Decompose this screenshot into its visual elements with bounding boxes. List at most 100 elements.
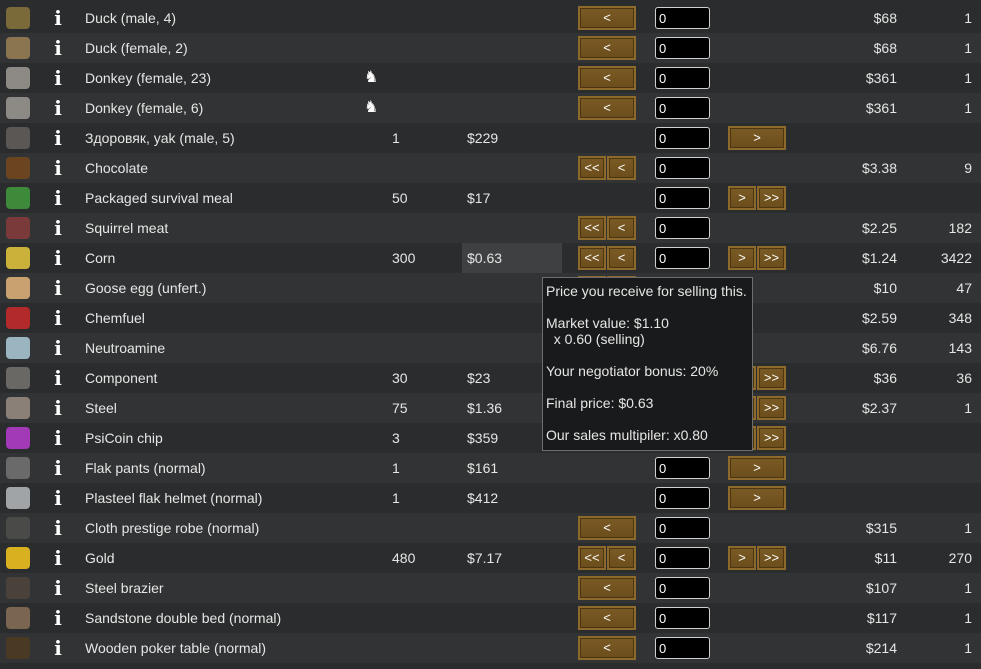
buy-price[interactable]: $36 bbox=[874, 363, 897, 393]
buy-button[interactable]: < bbox=[607, 216, 636, 240]
info-icon[interactable]: i bbox=[51, 636, 65, 660]
sell-price[interactable]: $412 bbox=[462, 483, 562, 513]
info-icon[interactable]: i bbox=[51, 66, 65, 90]
quantity-input[interactable] bbox=[655, 607, 710, 629]
info-icon[interactable]: i bbox=[51, 156, 65, 180]
buy-button[interactable]: < bbox=[578, 96, 636, 120]
buy-button[interactable]: < bbox=[578, 606, 636, 630]
quantity-input[interactable] bbox=[655, 97, 710, 119]
info-icon[interactable]: i bbox=[51, 246, 65, 270]
info-icon[interactable]: i bbox=[51, 486, 65, 510]
sell-price[interactable] bbox=[462, 633, 562, 663]
buy-price[interactable]: $2.37 bbox=[862, 393, 897, 423]
buy-all-button[interactable]: << bbox=[578, 216, 606, 240]
info-icon[interactable]: i bbox=[51, 36, 65, 60]
sell-price[interactable] bbox=[462, 153, 562, 183]
buy-price[interactable]: $2.59 bbox=[862, 303, 897, 333]
buy-price[interactable]: $214 bbox=[866, 633, 897, 663]
info-icon[interactable]: i bbox=[51, 426, 65, 450]
info-icon[interactable]: i bbox=[51, 516, 65, 540]
buy-button[interactable]: < bbox=[578, 576, 636, 600]
quantity-input[interactable] bbox=[655, 187, 710, 209]
info-icon[interactable]: i bbox=[51, 456, 65, 480]
sell-all-button[interactable]: >> bbox=[757, 246, 786, 270]
info-icon[interactable]: i bbox=[51, 96, 65, 120]
quantity-input[interactable] bbox=[655, 127, 710, 149]
buy-price[interactable]: $361 bbox=[866, 93, 897, 123]
sell-price[interactable]: $7.17 bbox=[462, 543, 562, 573]
buy-price[interactable]: $361 bbox=[866, 63, 897, 93]
quantity-input[interactable] bbox=[655, 37, 710, 59]
sell-all-button[interactable]: >> bbox=[757, 186, 786, 210]
trader-count: 9 bbox=[964, 160, 972, 176]
sell-button[interactable]: > bbox=[728, 486, 786, 510]
info-icon[interactable]: i bbox=[51, 546, 65, 570]
sell-button[interactable]: > bbox=[728, 126, 786, 150]
buy-button[interactable]: < bbox=[578, 516, 636, 540]
info-icon[interactable]: i bbox=[51, 276, 65, 300]
buy-price[interactable]: $11 bbox=[875, 543, 897, 573]
info-icon[interactable]: i bbox=[51, 306, 65, 330]
sell-all-button[interactable]: >> bbox=[757, 396, 786, 420]
sell-button[interactable]: > bbox=[728, 546, 756, 570]
sell-price[interactable]: $229 bbox=[462, 123, 562, 153]
buy-price[interactable]: $117 bbox=[867, 603, 897, 633]
buy-price[interactable]: $3.38 bbox=[862, 153, 897, 183]
quantity-input[interactable] bbox=[655, 547, 710, 569]
info-icon[interactable]: i bbox=[51, 606, 65, 630]
quantity-input[interactable] bbox=[655, 577, 710, 599]
info-icon[interactable]: i bbox=[51, 186, 65, 210]
quantity-input[interactable] bbox=[655, 457, 710, 479]
quantity-input[interactable] bbox=[655, 7, 710, 29]
sell-price[interactable]: $161 bbox=[462, 453, 562, 483]
buy-button[interactable]: < bbox=[607, 156, 636, 180]
buy-button[interactable]: < bbox=[578, 36, 636, 60]
sell-price[interactable]: $0.63 bbox=[462, 243, 562, 273]
buy-price[interactable]: $1.24 bbox=[862, 243, 897, 273]
buy-price[interactable]: $68 bbox=[874, 3, 897, 33]
buy-price[interactable]: $107 bbox=[866, 573, 897, 603]
buy-price[interactable]: $10 bbox=[874, 273, 897, 303]
info-icon[interactable]: i bbox=[51, 366, 65, 390]
sell-price[interactable] bbox=[462, 63, 562, 93]
sell-price[interactable]: $17 bbox=[462, 183, 562, 213]
quantity-input[interactable] bbox=[655, 247, 710, 269]
sell-price[interactable] bbox=[462, 603, 562, 633]
quantity-input[interactable] bbox=[655, 217, 710, 239]
buy-button[interactable]: < bbox=[578, 636, 636, 660]
sell-price[interactable] bbox=[462, 3, 562, 33]
buy-all-button[interactable]: << bbox=[578, 246, 606, 270]
sell-button[interactable]: > bbox=[728, 246, 756, 270]
sell-price[interactable] bbox=[462, 33, 562, 63]
info-icon[interactable]: i bbox=[51, 126, 65, 150]
sell-button[interactable]: > bbox=[728, 456, 786, 480]
buy-button[interactable]: < bbox=[607, 546, 636, 570]
sell-price[interactable] bbox=[462, 93, 562, 123]
sell-all-button[interactable]: >> bbox=[757, 546, 786, 570]
info-icon[interactable]: i bbox=[51, 396, 65, 420]
buy-price[interactable]: $2.25 bbox=[862, 213, 897, 243]
sell-all-button[interactable]: >> bbox=[757, 366, 786, 390]
quantity-input[interactable] bbox=[655, 67, 710, 89]
buy-button[interactable]: < bbox=[578, 6, 636, 30]
quantity-input[interactable] bbox=[655, 517, 710, 539]
buy-price[interactable]: $68 bbox=[874, 33, 897, 63]
buy-button[interactable]: < bbox=[607, 246, 636, 270]
sell-all-button[interactable]: >> bbox=[757, 426, 786, 450]
buy-all-button[interactable]: << bbox=[578, 156, 606, 180]
sell-button[interactable]: > bbox=[728, 186, 756, 210]
buy-button[interactable]: < bbox=[578, 66, 636, 90]
sell-price[interactable] bbox=[462, 213, 562, 243]
sell-price[interactable] bbox=[462, 573, 562, 603]
buy-price[interactable]: $6.76 bbox=[862, 333, 897, 363]
info-icon[interactable]: i bbox=[51, 576, 65, 600]
quantity-input[interactable] bbox=[655, 157, 710, 179]
info-icon[interactable]: i bbox=[51, 336, 65, 360]
info-icon[interactable]: i bbox=[51, 6, 65, 30]
buy-price[interactable]: $315 bbox=[866, 513, 897, 543]
quantity-input[interactable] bbox=[655, 487, 710, 509]
quantity-input[interactable] bbox=[655, 637, 710, 659]
buy-all-button[interactable]: << bbox=[578, 546, 606, 570]
sell-price[interactable] bbox=[462, 513, 562, 543]
info-icon[interactable]: i bbox=[51, 216, 65, 240]
